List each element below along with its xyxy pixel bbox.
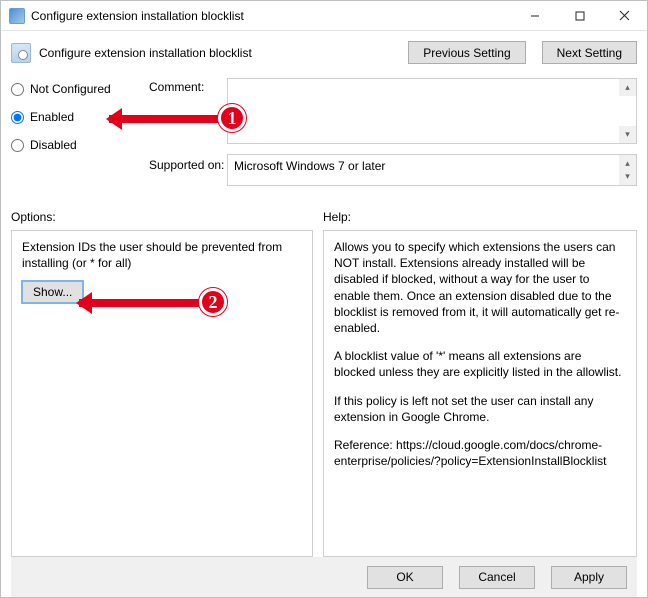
radio-enabled[interactable]: Enabled xyxy=(11,110,141,124)
window-title: Configure extension installation blockli… xyxy=(31,9,512,23)
radio-not-configured[interactable]: Not Configured xyxy=(11,82,141,96)
help-pane: Allows you to specify which extensions t… xyxy=(323,230,637,557)
comment-label: Comment: xyxy=(149,78,219,94)
help-p3: If this policy is left not set the user … xyxy=(334,393,626,425)
help-p4: Reference: https://cloud.google.com/docs… xyxy=(334,437,626,469)
radio-not-configured-input[interactable] xyxy=(11,83,24,96)
radio-enabled-label: Enabled xyxy=(30,110,74,124)
minimize-button[interactable] xyxy=(512,1,557,30)
panes-row: Extension IDs the user should be prevent… xyxy=(11,230,637,557)
radio-disabled-input[interactable] xyxy=(11,139,24,152)
options-label: Options: xyxy=(11,210,323,224)
options-text: Extension IDs the user should be prevent… xyxy=(22,239,302,271)
dialog-window: Configure extension installation blockli… xyxy=(0,0,648,598)
window-controls xyxy=(512,1,647,30)
help-p1: Allows you to specify which extensions t… xyxy=(334,239,626,336)
header-row: Configure extension installation blockli… xyxy=(11,37,637,72)
apply-button[interactable]: Apply xyxy=(551,566,627,589)
scroll-up-icon[interactable]: ▴ xyxy=(619,79,636,96)
title-bar: Configure extension installation blockli… xyxy=(1,1,647,31)
supported-on-label: Supported on: xyxy=(149,154,219,172)
radio-disabled-label: Disabled xyxy=(30,138,77,152)
supported-on-value: Microsoft Windows 7 or later xyxy=(234,159,385,173)
options-pane: Extension IDs the user should be prevent… xyxy=(11,230,313,557)
state-radios: Not Configured Enabled Disabled xyxy=(11,78,141,196)
help-p2: A blocklist value of '*' means all exten… xyxy=(334,348,626,380)
comment-textarea[interactable]: ▴ ▾ xyxy=(227,78,637,144)
next-setting-button[interactable]: Next Setting xyxy=(542,41,637,64)
previous-setting-button[interactable]: Previous Setting xyxy=(408,41,525,64)
radio-not-configured-label: Not Configured xyxy=(30,82,111,96)
dialog-footer: OK Cancel Apply xyxy=(11,557,637,597)
pane-headers: Options: Help: xyxy=(11,210,637,224)
policy-heading: Configure extension installation blockli… xyxy=(39,46,392,60)
ok-button[interactable]: OK xyxy=(367,566,443,589)
show-button[interactable]: Show... xyxy=(22,281,83,303)
maximize-button[interactable] xyxy=(557,1,602,30)
radio-enabled-input[interactable] xyxy=(11,111,24,124)
cancel-button[interactable]: Cancel xyxy=(459,566,535,589)
help-label: Help: xyxy=(323,210,351,224)
settings-grid: Not Configured Enabled Disabled Comment:… xyxy=(11,72,637,196)
scroll-down-icon[interactable]: ▾ xyxy=(619,168,636,185)
supported-on-box: Microsoft Windows 7 or later ▴ ▾ xyxy=(227,154,637,186)
close-button[interactable] xyxy=(602,1,647,30)
content-area: Configure extension installation blockli… xyxy=(1,31,647,597)
scroll-down-icon[interactable]: ▾ xyxy=(619,126,636,143)
policy-icon xyxy=(11,43,31,63)
radio-disabled[interactable]: Disabled xyxy=(11,138,141,152)
app-icon xyxy=(9,8,25,24)
help-text: Allows you to specify which extensions t… xyxy=(334,239,626,469)
